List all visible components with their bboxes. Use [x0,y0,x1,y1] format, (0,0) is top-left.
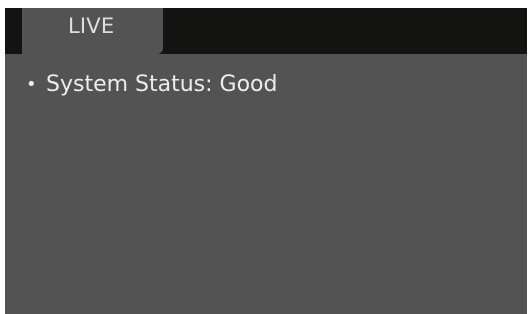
tab-live-label: LIVE [68,14,115,38]
tab-live[interactable]: LIVE [22,8,163,54]
bullet-icon: • [26,74,37,95]
tab-bar: LIVE [5,8,527,54]
system-status-value: Good [219,72,278,97]
system-status-item: • System Status: Good [26,71,277,99]
live-panel: LIVE • System Status: Good [5,8,527,314]
system-status-label: System Status: [46,72,213,97]
